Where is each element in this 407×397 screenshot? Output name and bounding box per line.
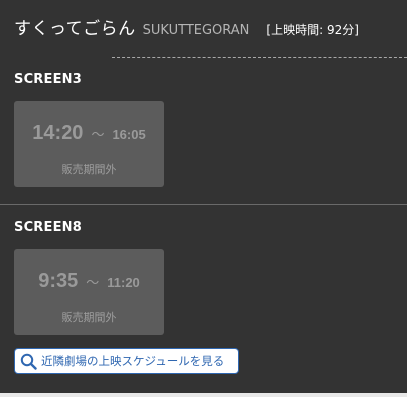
movie-header: すくってごらん SUKUTTEGORAN [上映時間: 92分] <box>14 14 359 42</box>
showtime-start: 14:20 <box>32 122 84 144</box>
showtime-end: 16:05 <box>112 127 146 142</box>
sale-status: 販売期間外 <box>61 311 117 324</box>
sale-status: 販売期間外 <box>61 163 117 176</box>
showtime-card[interactable]: 9:35 ～ 11:20 販売期間外 <box>14 249 164 335</box>
bottom-border <box>0 393 407 397</box>
showtime-time-row: 14:20 ～ 16:05 <box>14 122 164 145</box>
section-divider <box>0 204 407 205</box>
nearby-theaters-button[interactable]: 近隣劇場の上映スケジュールを見る <box>14 348 239 374</box>
showtime-end: 11:20 <box>107 275 140 290</box>
screen-name: SCREEN8 <box>14 220 82 235</box>
showtime-start: 9:35 <box>38 270 79 292</box>
showtime-tilde: ～ <box>86 276 100 291</box>
schedule-panel: すくってごらん SUKUTTEGORAN [上映時間: 92分] SCREEN3… <box>0 0 407 394</box>
showtime-time-row: 9:35 ～ 11:20 <box>14 270 164 293</box>
showtime-card[interactable]: 14:20 ～ 16:05 販売期間外 <box>14 101 164 187</box>
screen-name: SCREEN3 <box>14 72 82 87</box>
movie-title[interactable]: すくってごらん <box>14 14 136 39</box>
showtime-tilde: ～ <box>91 128 105 143</box>
nearby-theaters-label: 近隣劇場の上映スケジュールを見る <box>41 354 225 368</box>
runtime-label: [上映時間: 92分] <box>266 23 359 37</box>
header-divider <box>112 57 407 58</box>
movie-title-english: SUKUTTEGORAN <box>142 23 250 38</box>
search-icon <box>19 352 37 370</box>
